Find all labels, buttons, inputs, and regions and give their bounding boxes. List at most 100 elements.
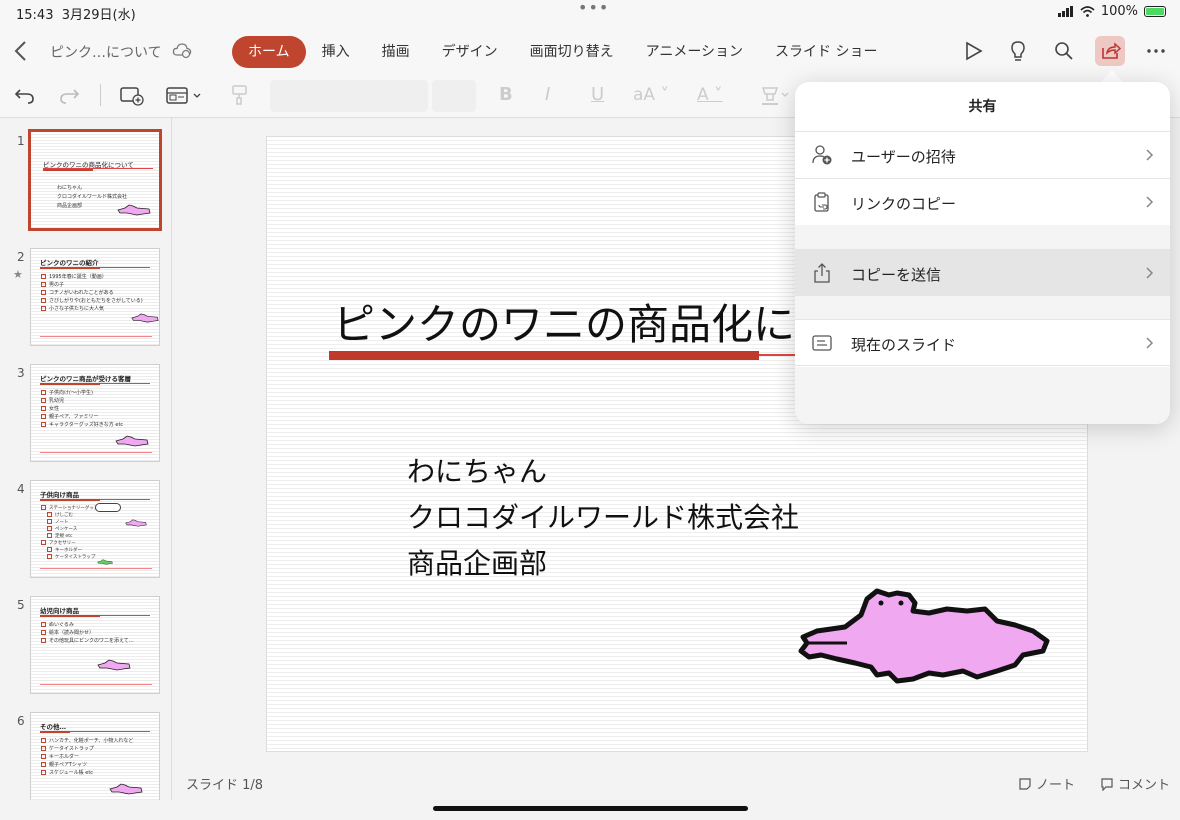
- tab-fade: [890, 36, 950, 68]
- tab-design[interactable]: デザイン: [426, 36, 514, 68]
- font-size-box[interactable]: [432, 80, 476, 112]
- slide-subtitle[interactable]: わにちゃん クロコダイルワールド株式会社 商品企画部: [407, 449, 799, 587]
- search-icon[interactable]: [1051, 38, 1077, 64]
- tab-insert[interactable]: 挿入: [306, 36, 366, 68]
- thumb-number: 2: [17, 250, 25, 264]
- tab-transitions[interactable]: 画面切り替え: [514, 36, 630, 68]
- thumb-bottom-line: [40, 336, 152, 337]
- slide-title-bar: [329, 351, 759, 360]
- thumb-title-bar: [40, 383, 100, 385]
- share-item-invite-users[interactable]: ユーザーの招待: [795, 131, 1170, 178]
- share-item-label: コピーを送信: [851, 266, 942, 284]
- thumb-title-bar: [40, 267, 100, 269]
- thumb-title-bar: [40, 615, 100, 617]
- status-time: 15:43 3月29日(水): [16, 8, 136, 23]
- share-section-gap: [795, 225, 1170, 249]
- chevron-right-icon: [1146, 337, 1154, 349]
- tab-home[interactable]: ホーム: [232, 36, 306, 68]
- crocodile-thumb-image: [131, 313, 159, 323]
- comments-button[interactable]: コメント: [1100, 774, 1170, 793]
- tab-slideshow[interactable]: スライド ショー: [759, 36, 893, 68]
- comments-label: コメント: [1118, 778, 1171, 793]
- share-upload-icon: [814, 263, 830, 283]
- tab-draw[interactable]: 描画: [366, 36, 426, 68]
- slide-thumbnail-3[interactable]: ピンクのワニ商品が受ける客層 子供向け(〜小学生) 乳幼児 女性 親子ペア、ファミリー…: [30, 364, 160, 462]
- status-bar: 15:43 3月29日(水) ••• 100%: [0, 0, 1180, 24]
- thumb-title: 子供向け商品: [40, 491, 79, 499]
- home-indicator[interactable]: [433, 806, 748, 811]
- share-item-label: リンクのコピー: [851, 195, 957, 213]
- slide-thumbnail-5[interactable]: 幼児向け商品 ぬいぐるみ 絵本（読み聞かせ） その他玩具にピンクのワニを添えて…: [30, 596, 160, 694]
- status-indicators: 100%: [1057, 4, 1166, 19]
- thumb-items: ぬいぐるみ 絵本（読み聞かせ） その他玩具にピンクのワニを添えて…: [41, 621, 134, 645]
- slide-thumbnail-2[interactable]: ピンクのワニの紹介 1995年春に誕生（動画） 男の子 コチノがいわれたことがあるさ…: [30, 248, 160, 346]
- crocodile-thumb-image-green: [97, 559, 113, 565]
- highlight-icon[interactable]: [758, 82, 792, 108]
- share-item-current-slide[interactable]: 現在のスライド: [795, 319, 1170, 366]
- thumb-title-bar: [40, 499, 100, 501]
- thumb-title: ピンクのワニ商品が受ける客層: [40, 375, 131, 383]
- slide-thumbnail-1[interactable]: ピンクのワニの商品化について わにちゃん クロコダイルワールド株式会社 商品企画部: [28, 129, 162, 231]
- ribbon-tabs: ホーム 挿入 描画 デザイン 画面切り替え アニメーション スライド ショー 校…: [232, 36, 954, 68]
- layout-icon[interactable]: [164, 82, 206, 108]
- thumb-title-bar: [43, 169, 93, 171]
- new-slide-icon[interactable]: [118, 82, 146, 108]
- thumb-items: 1995年春に誕生（動画） 男の子 コチノがいわれたことがある さびしがりや(おともだ…: [41, 273, 143, 313]
- play-icon[interactable]: [960, 38, 986, 64]
- thumb-number: 6: [17, 714, 25, 728]
- slide-subtitle-line: わにちゃん: [407, 455, 548, 488]
- slide-thumbnail-panel: 1 ピンクのワニの商品化について わにちゃん クロコダイルワールド株式会社 商品企画…: [0, 118, 172, 800]
- format-painter-icon[interactable]: [228, 82, 252, 108]
- thumb-bottom-line: [40, 452, 152, 453]
- slide-icon: [812, 335, 832, 351]
- crocodile-thumb-image: [109, 783, 143, 795]
- share-popover-title: 共有: [968, 99, 997, 115]
- back-icon[interactable]: [10, 38, 32, 64]
- star-icon: ★: [13, 268, 23, 281]
- thumb-number: 5: [17, 598, 25, 612]
- font-size-change-icon[interactable]: aA ˅: [633, 82, 669, 108]
- multitask-dots[interactable]: •••: [578, 0, 609, 17]
- wifi-icon: [1080, 6, 1095, 17]
- undo-icon[interactable]: [12, 82, 38, 108]
- cloud-sync-icon[interactable]: [172, 40, 192, 60]
- share-icon: [1102, 42, 1122, 59]
- share-item-send-copy[interactable]: コピーを送信: [795, 249, 1170, 296]
- comment-icon: [1101, 777, 1113, 791]
- italic-icon[interactable]: I: [545, 82, 550, 108]
- chevron-right-icon: [1146, 196, 1154, 208]
- share-button[interactable]: [1095, 36, 1125, 66]
- battery-percent: 100%: [1100, 4, 1138, 19]
- font-name-box[interactable]: [270, 80, 428, 112]
- chevron-right-icon: [1146, 149, 1154, 161]
- crocodile-thumb-image: [117, 204, 151, 216]
- status-footer: スライド 1/8 ノート コメント: [172, 766, 1180, 800]
- share-popover: 共有 ユーザーの招待 リンクのコピー コピーを送信 現在のスライド: [795, 82, 1170, 424]
- signal-icon: [1057, 6, 1073, 17]
- slide-subtitle-line: 商品企画部: [407, 547, 548, 580]
- slide-thumbnail-6[interactable]: その他… ハンカチ、化粧ポーチ、小物入れなど ケータイストラップ キーホルダー 親子ペ…: [30, 712, 160, 800]
- share-item-label: ユーザーの招待: [851, 148, 956, 166]
- share-item-copy-link[interactable]: リンクのコピー: [795, 178, 1170, 225]
- underline-icon[interactable]: U: [591, 82, 604, 108]
- thumb-items: 子供向け(〜小学生) 乳幼児 女性 親子ペア、ファミリー キャラクターグッズ好きな方 e…: [41, 389, 123, 429]
- tab-animations[interactable]: アニメーション: [630, 36, 759, 68]
- slide-counter: スライド 1/8: [186, 778, 264, 793]
- share-item-label: 現在のスライド: [851, 336, 957, 354]
- more-icon[interactable]: [1143, 38, 1169, 64]
- lightbulb-icon[interactable]: [1005, 38, 1031, 64]
- thumb-speech-bubble: [95, 503, 121, 512]
- thumb-title: その他…: [40, 723, 66, 731]
- notes-button[interactable]: ノート: [1018, 774, 1075, 793]
- document-title[interactable]: ピンク…について: [50, 42, 162, 62]
- thumb-items: ステーショナリーグッズ けしごむ ノート ペンケース 定規 etc アクセサリー…: [41, 505, 98, 561]
- slide-thumbnail-4[interactable]: 子供向け商品 ステーショナリーグッズ けしごむ ノート ペンケース 定規 etc…: [30, 480, 160, 578]
- font-color-icon[interactable]: A ˅: [697, 82, 723, 108]
- bold-icon[interactable]: B: [499, 82, 513, 108]
- thumb-title: ピンクのワニの紹介: [40, 259, 99, 267]
- share-section-gap: [795, 296, 1170, 319]
- pink-crocodile-image[interactable]: [797, 585, 1051, 689]
- share-bottom-area: [795, 367, 1170, 424]
- crocodile-thumb-image: [115, 435, 149, 447]
- redo-icon[interactable]: [56, 82, 82, 108]
